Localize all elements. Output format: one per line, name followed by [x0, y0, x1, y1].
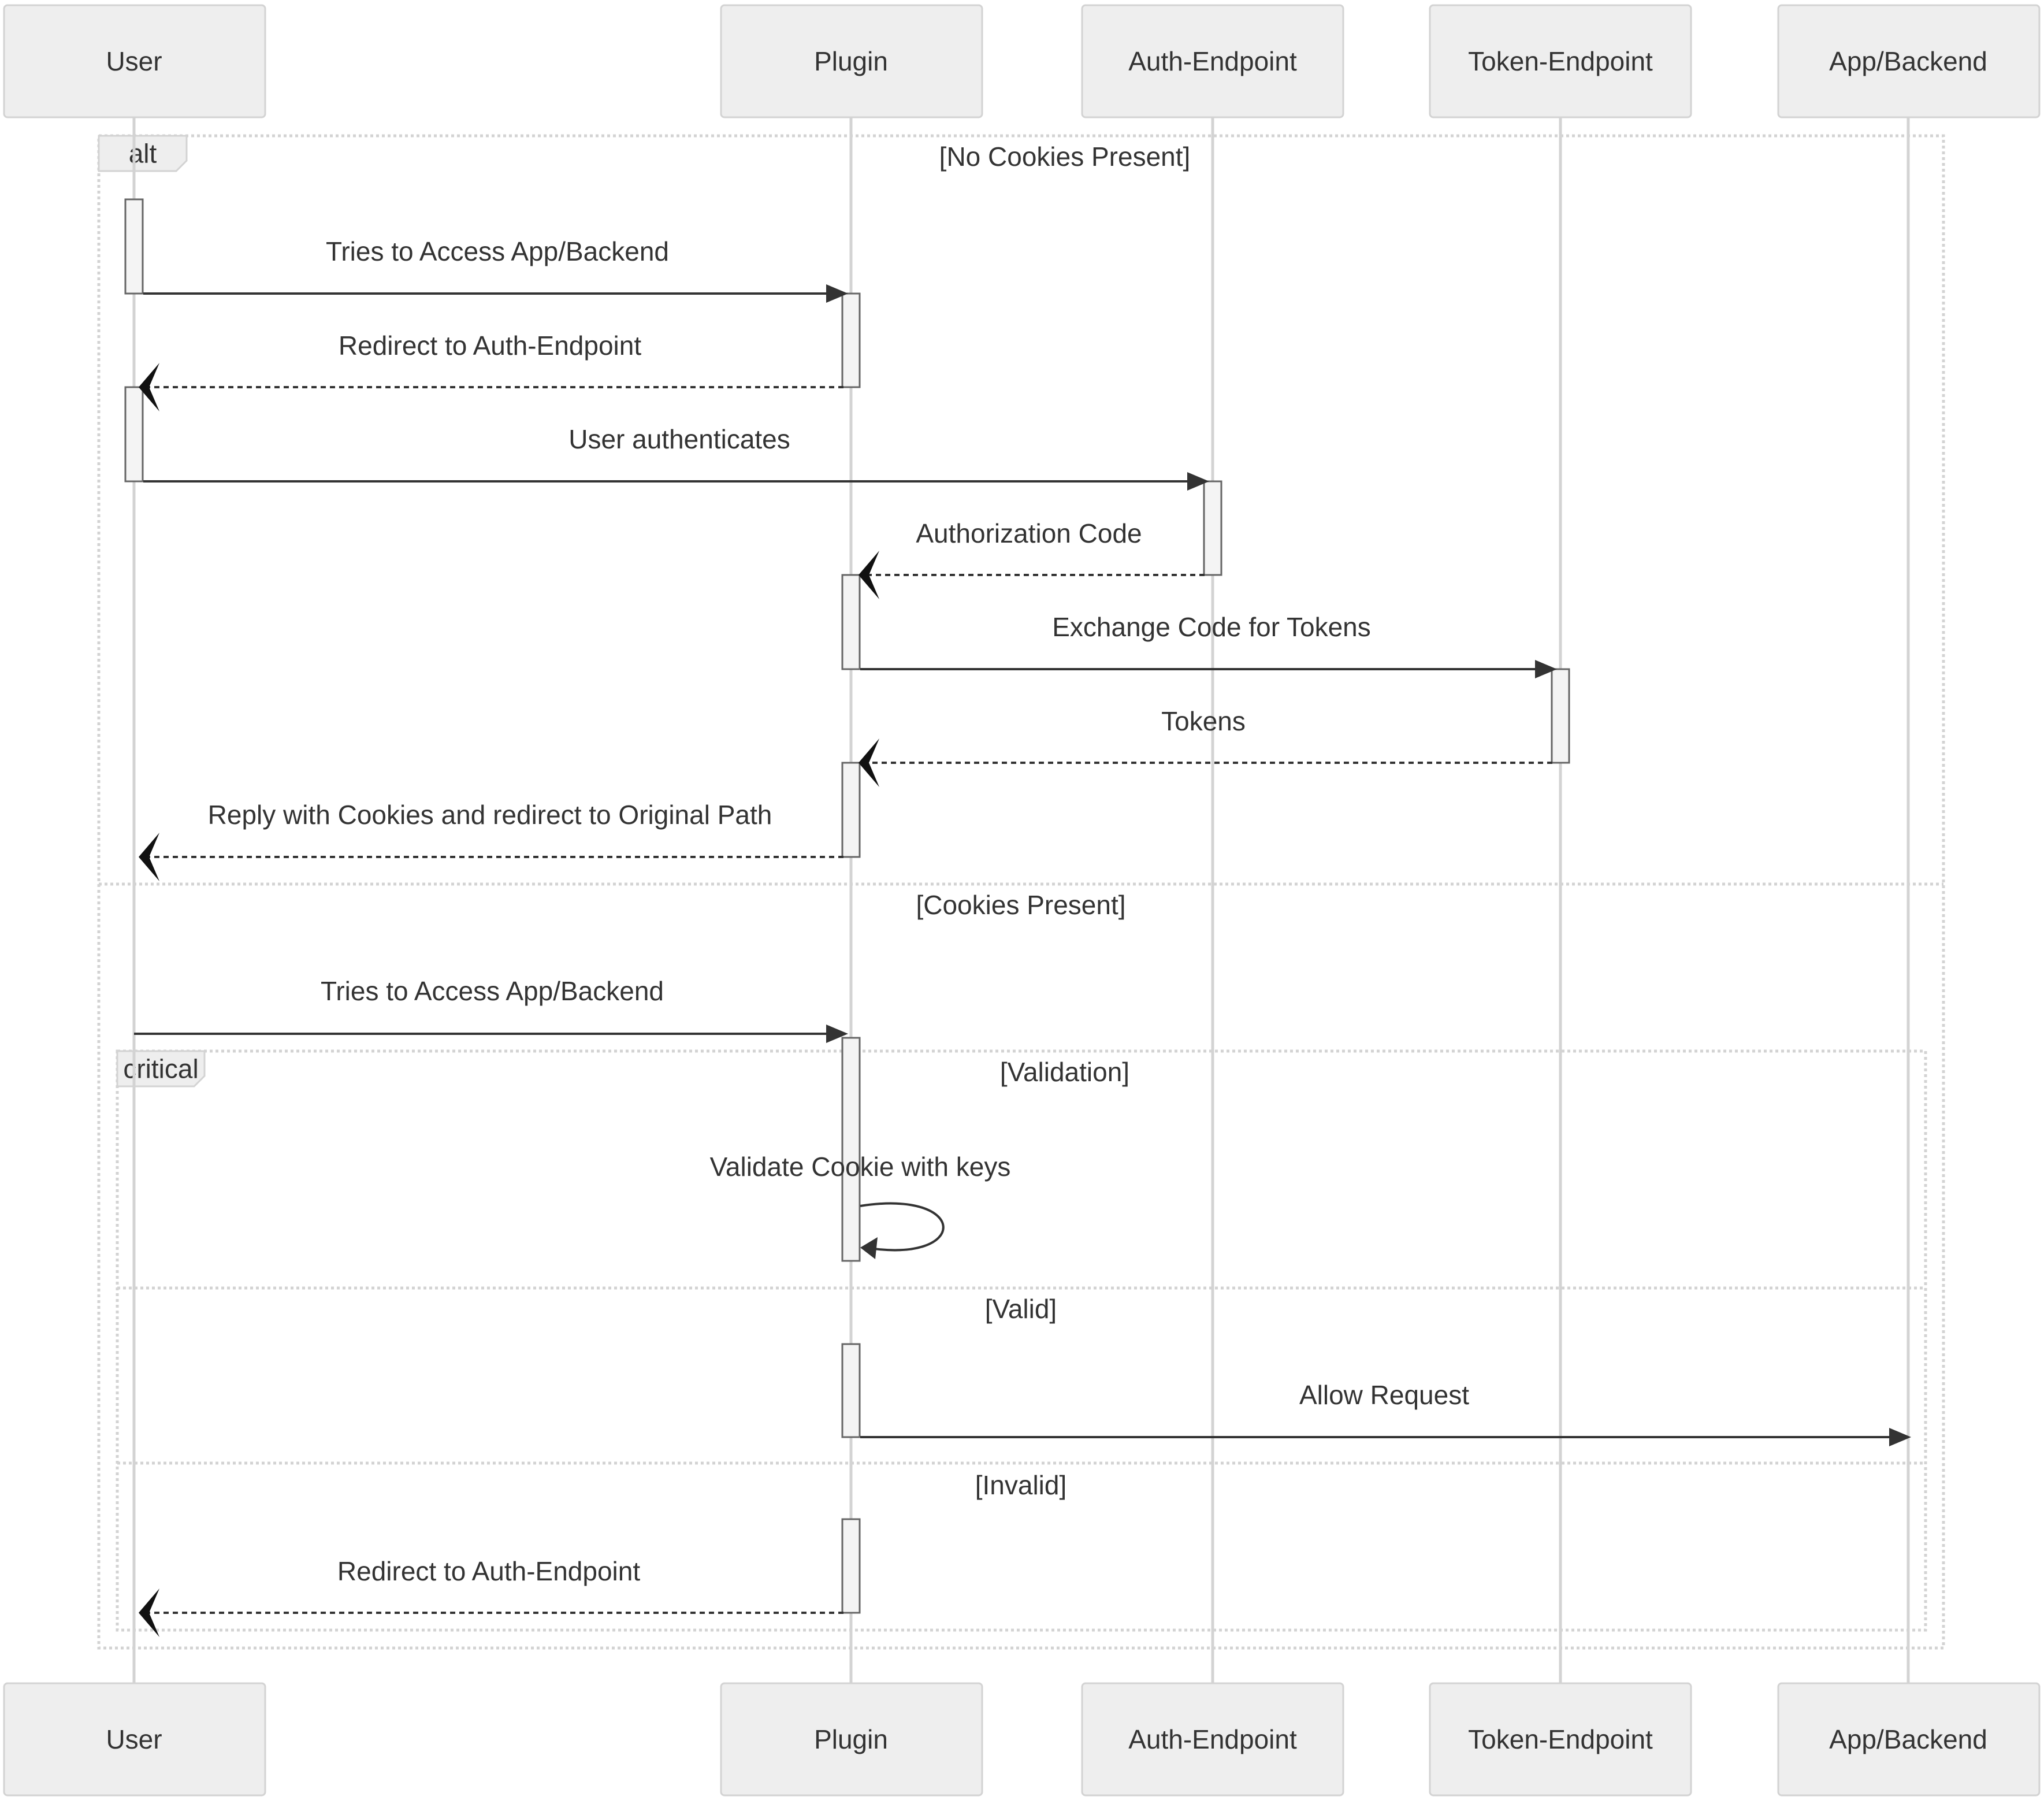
actor-plugin-bottom[interactable]: Plugin: [720, 1682, 983, 1797]
messages-layer: Tries to Access App/Backend Redirect to A…: [134, 236, 1911, 1637]
actor-user-bottom[interactable]: User: [3, 1682, 266, 1797]
activation-bar-user: [124, 198, 144, 295]
frame-condition: [Validation]: [1000, 1057, 1129, 1087]
activation-bar-token: [1551, 668, 1570, 764]
activation-bar-plugin: [841, 1343, 861, 1438]
message-label: Authorization Code: [916, 518, 1142, 548]
message-label: Tries to Access App/Backend: [326, 236, 669, 266]
activation-bar-plugin: [841, 1518, 861, 1614]
message-label: Reply with Cookies and redirect to Origi…: [208, 800, 772, 830]
actor-auth-top[interactable]: Auth-Endpoint: [1081, 4, 1344, 118]
message-4[interactable]: Authorization Code: [859, 518, 1205, 599]
message-2[interactable]: Redirect to Auth-Endpoint: [139, 331, 843, 411]
actor-auth-bottom[interactable]: Auth-Endpoint: [1081, 1682, 1344, 1797]
message-5[interactable]: Exchange Code for Tokens: [860, 612, 1557, 678]
frame-critical: critical [Validation][Valid][Invalid]: [116, 1049, 1927, 1632]
actor-label: App/Backend: [1829, 1724, 1987, 1754]
message-label: User authenticates: [568, 424, 790, 454]
message-label: Tries to Access App/Backend: [321, 976, 664, 1006]
message-label: Exchange Code for Tokens: [1052, 612, 1371, 642]
sequence-diagram: alt [No Cookies Present][Cookies Present]…: [3, 4, 2041, 1797]
actor-app-bottom[interactable]: App/Backend: [1777, 1682, 2041, 1797]
frames-layer: alt [No Cookies Present][Cookies Present]…: [97, 134, 1945, 1650]
actor-label: User: [106, 46, 162, 76]
activation-bar-plugin: [841, 762, 861, 858]
frame-condition: [Invalid]: [975, 1470, 1067, 1500]
actor-label: Plugin: [814, 46, 888, 76]
actor-plugin-top[interactable]: Plugin: [720, 4, 983, 118]
frame-condition: [Cookies Present]: [916, 890, 1125, 920]
actor-token-bottom[interactable]: Token-Endpoint: [1429, 1682, 1692, 1797]
message-label: Tokens: [1161, 706, 1246, 736]
frame-condition: [Valid]: [985, 1294, 1057, 1324]
message-label: Validate Cookie with keys: [710, 1152, 1011, 1182]
actor-label: Token-Endpoint: [1468, 1724, 1653, 1754]
arrowhead-icon: [860, 1237, 878, 1259]
actor-user-top[interactable]: User: [3, 4, 266, 118]
message-label: Allow Request: [1299, 1380, 1469, 1410]
message-10[interactable]: Allow Request: [860, 1380, 1911, 1446]
activation-bar-plugin: [841, 574, 861, 670]
actor-token-top[interactable]: Token-Endpoint: [1429, 4, 1692, 118]
frame-alt: alt [No Cookies Present][Cookies Present]: [97, 134, 1945, 1650]
activation-bar-auth: [1203, 480, 1222, 576]
frame-condition: [No Cookies Present]: [939, 142, 1191, 172]
actor-label: Plugin: [814, 1724, 888, 1754]
actor-app-top[interactable]: App/Backend: [1777, 4, 2041, 118]
actor-label: App/Backend: [1829, 46, 1987, 76]
message-7[interactable]: Reply with Cookies and redirect to Origi…: [139, 800, 843, 881]
message-8[interactable]: Tries to Access App/Backend: [134, 976, 848, 1043]
activation-bar-plugin: [841, 1037, 861, 1262]
message-3[interactable]: User authenticates: [143, 424, 1209, 491]
message-6[interactable]: Tokens: [859, 706, 1552, 787]
activation-bar-user: [124, 386, 144, 483]
actor-label: User: [106, 1724, 162, 1754]
message-label: Redirect to Auth-Endpoint: [339, 331, 641, 361]
actor-label: Auth-Endpoint: [1128, 1724, 1297, 1754]
actor-label: Token-Endpoint: [1468, 46, 1653, 76]
message-label: Redirect to Auth-Endpoint: [337, 1556, 640, 1586]
message-1[interactable]: Tries to Access App/Backend: [143, 236, 848, 303]
actor-label: Auth-Endpoint: [1128, 46, 1297, 76]
activation-bar-plugin: [841, 292, 861, 388]
message-11[interactable]: Redirect to Auth-Endpoint: [139, 1556, 843, 1637]
frame-border: [116, 1049, 1927, 1632]
